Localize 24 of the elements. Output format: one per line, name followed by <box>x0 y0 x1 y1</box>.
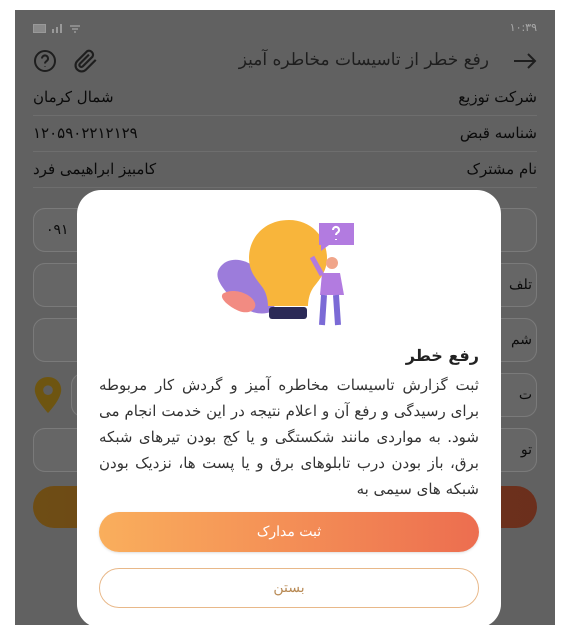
paperclip-icon[interactable] <box>73 48 99 74</box>
field-label: شم <box>510 330 532 350</box>
help-icon[interactable] <box>33 49 57 73</box>
dialog-description: ثبت گزارش تاسیسات مخاطره آمیز و گردش کار مربوطه برای رسیدگی و رفع آن و اعلام نتیجه در این خدمت انجام می شود. به مواردی مانند شکستگی و یا کج بودن تیرهای شبکه برق، باز بودن درب تابلوهای برق و یا پست ها، نزدیک بودن شبکه های سیمی به <box>99 375 479 500</box>
signal-icon <box>51 23 65 33</box>
dialog-title: رفع خطر <box>404 345 479 367</box>
close-button[interactable]: بستن <box>99 568 479 608</box>
wifi-icon <box>69 23 81 33</box>
back-arrow-icon[interactable] <box>513 53 537 69</box>
info-value: شمال کرمان <box>33 87 114 108</box>
page-title: رفع خطر از تاسیسات مخاطره آمیز <box>238 48 489 72</box>
info-label: نام مشترک <box>466 159 537 180</box>
field-value: ۰۹۱ <box>46 220 69 240</box>
info-value: کامبیز ابراهیمی فرد <box>33 159 156 180</box>
field-label: تو <box>520 440 532 460</box>
info-value: ۱۲۰۵۹۰۲۲۱۲۱۲۹ <box>33 123 138 144</box>
submit-documents-button[interactable]: ثبت مدارک <box>99 512 479 552</box>
field-label: ت <box>518 386 532 404</box>
info-label: شرکت توزیع <box>458 87 537 108</box>
battery-icon <box>33 24 47 32</box>
location-pin-icon <box>33 377 63 413</box>
field-label: تلف <box>508 276 532 294</box>
status-time: ۱۰:۳۹ <box>510 20 537 36</box>
info-label: شناسه قبض <box>460 123 537 144</box>
